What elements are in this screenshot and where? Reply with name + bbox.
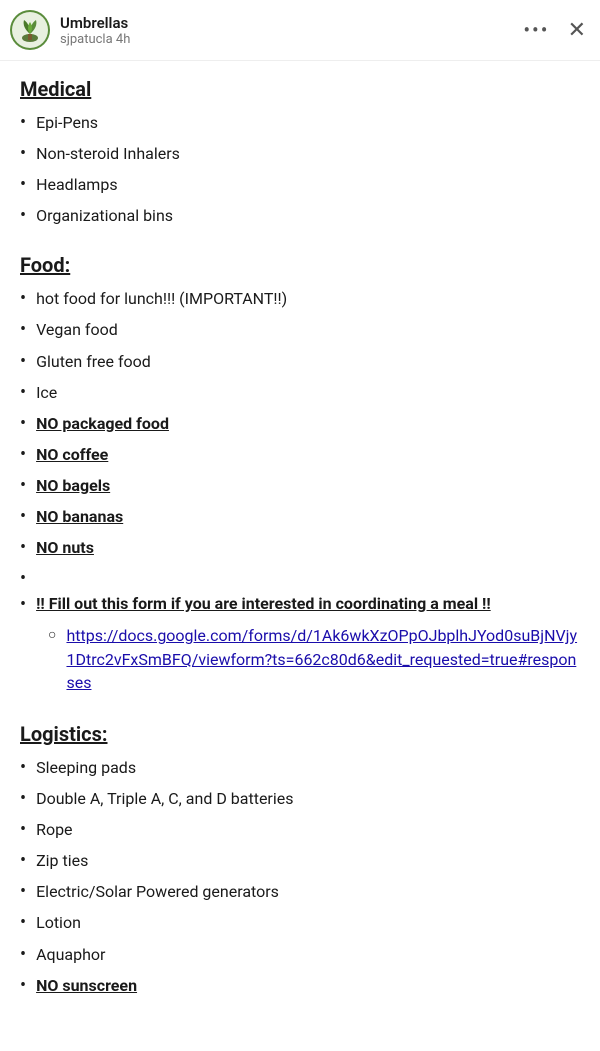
more-options-icon[interactable]: ••• — [523, 18, 549, 42]
list-item: Headlamps — [20, 173, 580, 198]
medical-title: Medical — [20, 77, 580, 101]
list-item: Vegan food — [20, 318, 580, 343]
list-item: NO bananas — [20, 505, 580, 530]
list-item: Zip ties — [20, 849, 580, 874]
food-section: Food: hot food for lunch!!! (IMPORTANT!!… — [20, 253, 580, 698]
time: 4h — [116, 32, 130, 47]
list-item: Sleeping pads — [20, 756, 580, 781]
list-item: NO sunscreen — [20, 974, 580, 999]
list-item: Ice — [20, 381, 580, 406]
story-header: Umbrellas sjpatucla 4h ••• ✕ — [0, 0, 600, 61]
list-item: NO coffee — [20, 443, 580, 468]
logistics-title: Logistics: — [20, 722, 580, 746]
list-item: NO bagels — [20, 474, 580, 499]
close-icon[interactable]: ✕ — [568, 18, 586, 43]
avatar — [10, 10, 50, 50]
header-right: ••• ✕ — [523, 18, 586, 43]
header-title: Umbrellas — [60, 14, 130, 32]
medical-list: Epi-Pens Non-steroid Inhalers Headlamps … — [20, 111, 580, 229]
form-link[interactable]: https://docs.google.com/forms/d/1Ak6wkXz… — [66, 624, 580, 694]
list-item: Organizational bins — [20, 204, 580, 229]
list-item: NO packaged food — [20, 412, 580, 437]
header-sub: sjpatucla 4h — [60, 32, 130, 47]
list-item: Epi-Pens — [20, 111, 580, 136]
link-sublist: https://docs.google.com/forms/d/1Ak6wkXz… — [20, 624, 580, 698]
header-info: Umbrellas sjpatucla 4h — [60, 14, 130, 47]
form-link-item: https://docs.google.com/forms/d/1Ak6wkXz… — [48, 624, 580, 694]
list-item: Rope — [20, 818, 580, 843]
list-item: Electric/Solar Powered generators — [20, 880, 580, 905]
logistics-section: Logistics: Sleeping pads Double A, Tripl… — [20, 722, 580, 999]
medical-section: Medical Epi-Pens Non-steroid Inhalers He… — [20, 77, 580, 229]
list-item: NO nuts — [20, 536, 580, 561]
food-title: Food: — [20, 253, 580, 277]
list-item: hot food for lunch!!! (IMPORTANT!!) — [20, 287, 580, 312]
list-item: Aquaphor — [20, 943, 580, 968]
username: sjpatucla — [60, 32, 113, 47]
list-item: Gluten free food — [20, 350, 580, 375]
list-item: Double A, Triple A, C, and D batteries — [20, 787, 580, 812]
list-item: Non-steroid Inhalers — [20, 142, 580, 167]
list-item: Lotion — [20, 911, 580, 936]
food-list: hot food for lunch!!! (IMPORTANT!!) Vega… — [20, 287, 580, 698]
fill-form-item: !! Fill out this form if you are interes… — [20, 567, 580, 698]
main-content: Medical Epi-Pens Non-steroid Inhalers He… — [0, 61, 600, 1047]
header-left: Umbrellas sjpatucla 4h — [10, 10, 130, 50]
fill-form-text: !! Fill out this form if you are interes… — [20, 592, 491, 618]
logistics-list: Sleeping pads Double A, Triple A, C, and… — [20, 756, 580, 999]
